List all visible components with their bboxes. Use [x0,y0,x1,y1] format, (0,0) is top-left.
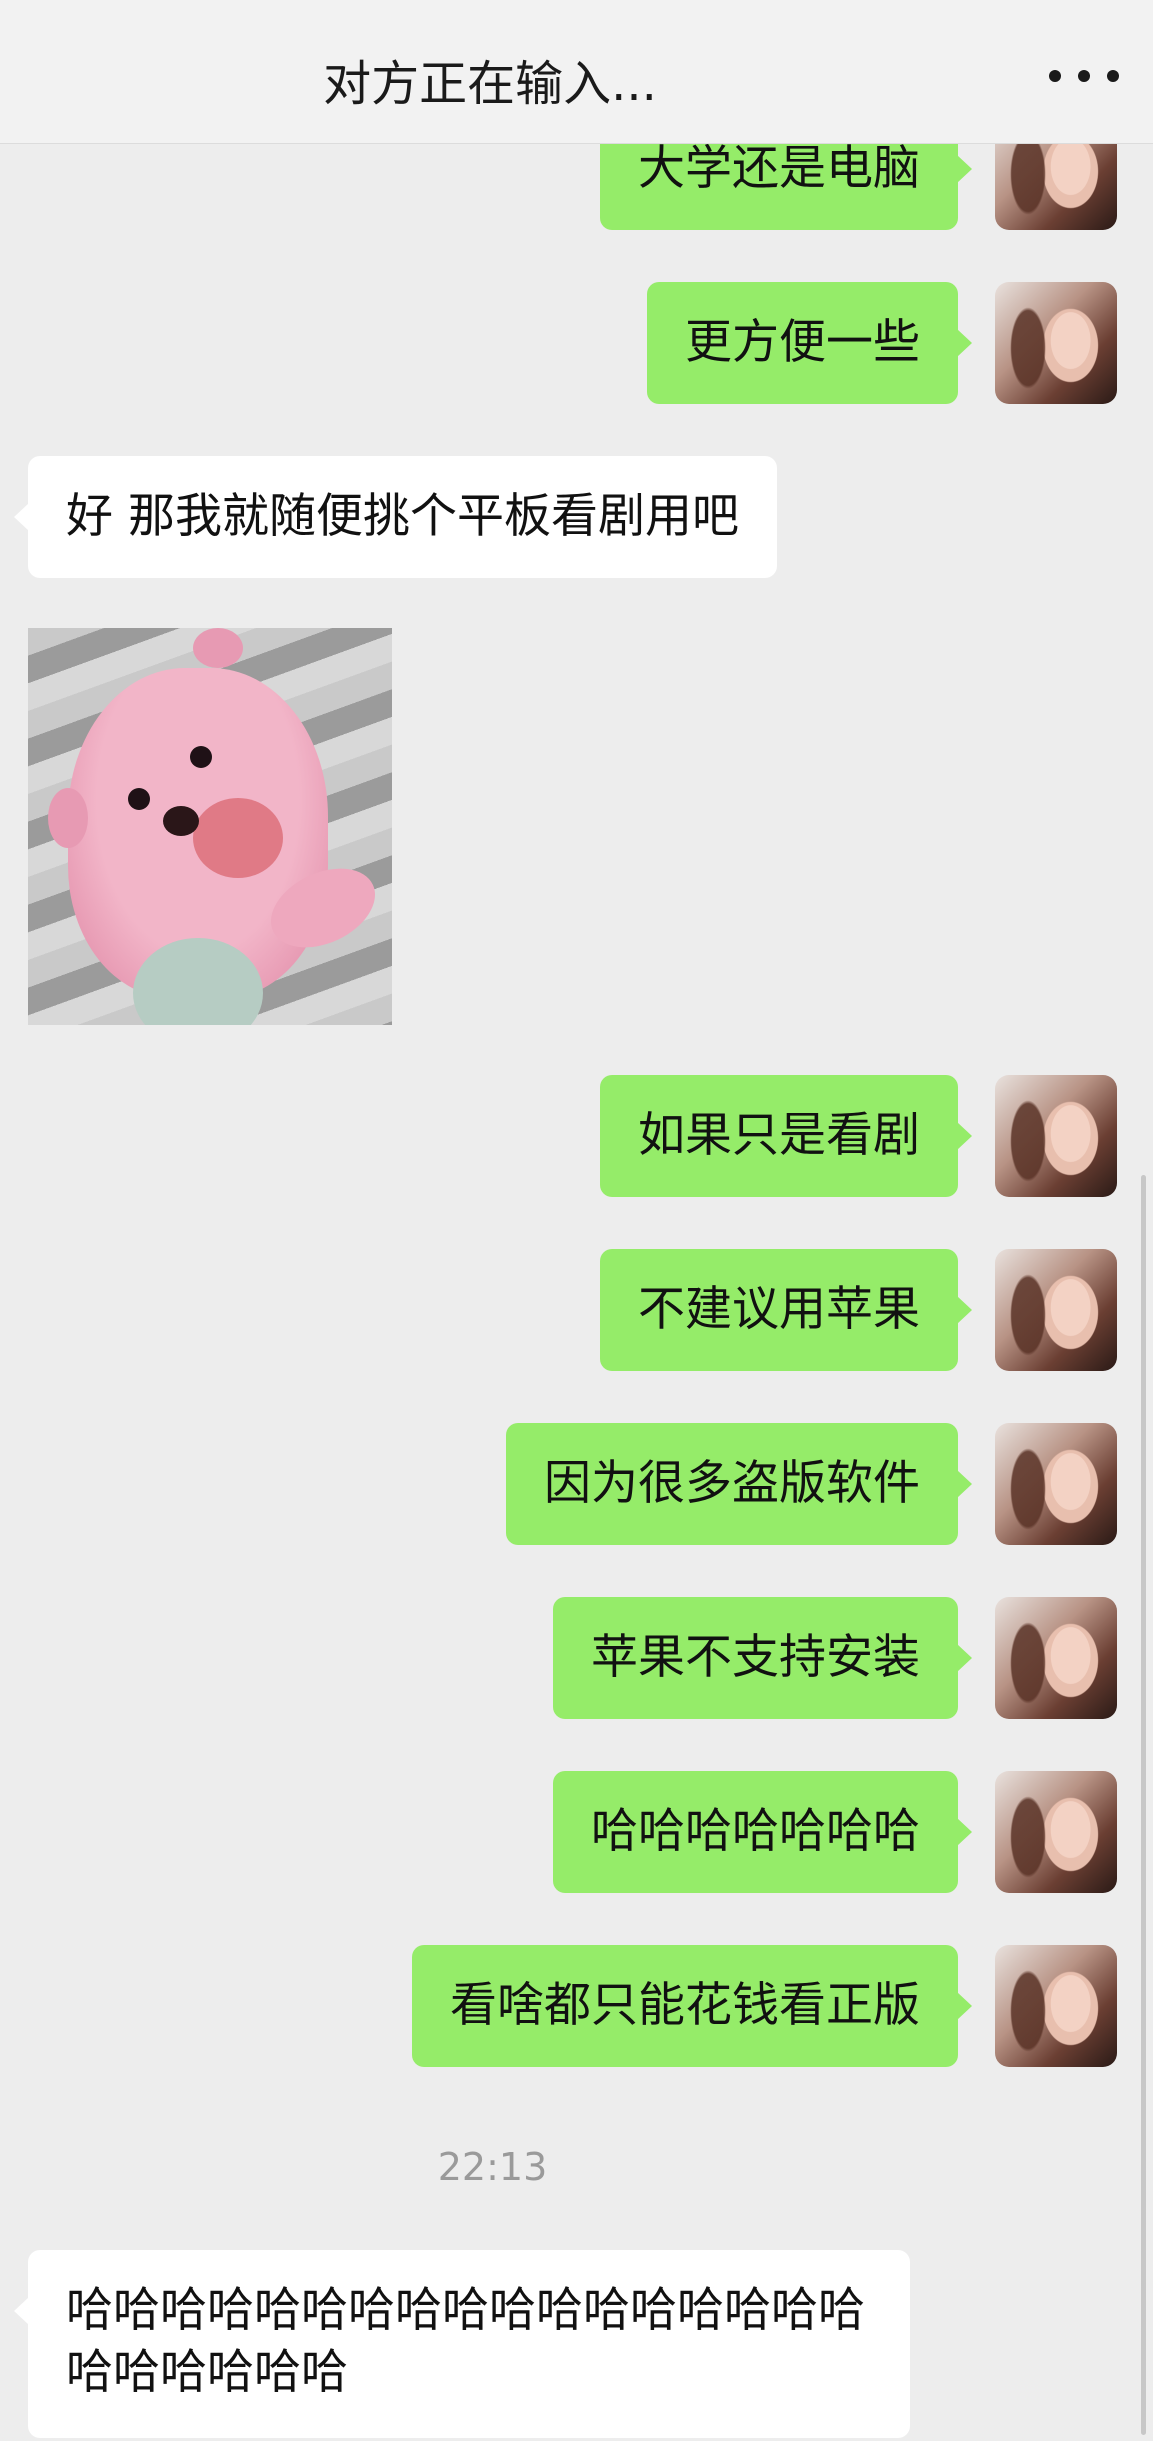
my-avatar[interactable] [995,282,1117,404]
chat-title: 对方正在输入... [323,56,657,112]
my-avatar[interactable] [995,1249,1117,1371]
dot [1078,70,1090,82]
scrollbar[interactable] [1141,1175,1146,2435]
my-avatar[interactable] [995,1597,1117,1719]
sticker-eye [128,788,150,810]
sticker-eye [190,746,212,768]
sticker-ear [48,788,88,848]
dot [1107,70,1119,82]
incoming-message[interactable]: 好 那我就随便挑个平板看剧用吧 [14,456,777,578]
outgoing-message[interactable]: 不建议用苹果 [600,1249,972,1371]
my-avatar[interactable] [995,1771,1117,1893]
sticker-mouth [193,798,283,878]
dot [1049,70,1061,82]
message-timestamp: 22:13 [437,2145,548,2189]
more-dots-icon[interactable] [1049,46,1119,106]
outgoing-message[interactable]: 哈哈哈哈哈哈哈 [553,1771,972,1893]
incoming-message[interactable]: 哈哈哈哈哈哈哈哈哈哈哈哈哈哈哈哈哈哈哈哈哈哈哈 [14,2250,910,2438]
pink-bear-sticker[interactable] [28,628,392,1025]
outgoing-message[interactable]: 看啥都只能花钱看正版 [412,1945,972,2067]
outgoing-message[interactable]: 更方便一些 [647,282,972,404]
sticker-nose [163,806,199,836]
my-avatar[interactable] [995,1945,1117,2067]
sticker-ear [193,628,243,668]
my-avatar[interactable] [995,1423,1117,1545]
outgoing-message[interactable]: 如果只是看剧 [600,1075,972,1197]
outgoing-message[interactable]: 苹果不支持安装 [553,1597,972,1719]
outgoing-message[interactable]: 因为很多盗版软件 [506,1423,972,1545]
chat-area[interactable]: 大学还是电脑 更方便一些 好 那我就随便挑个平板看剧用吧 如果只是看剧 不建议用… [0,0,1153,2441]
chat-header: 对方正在输入... [0,0,1153,144]
my-avatar[interactable] [995,1075,1117,1197]
